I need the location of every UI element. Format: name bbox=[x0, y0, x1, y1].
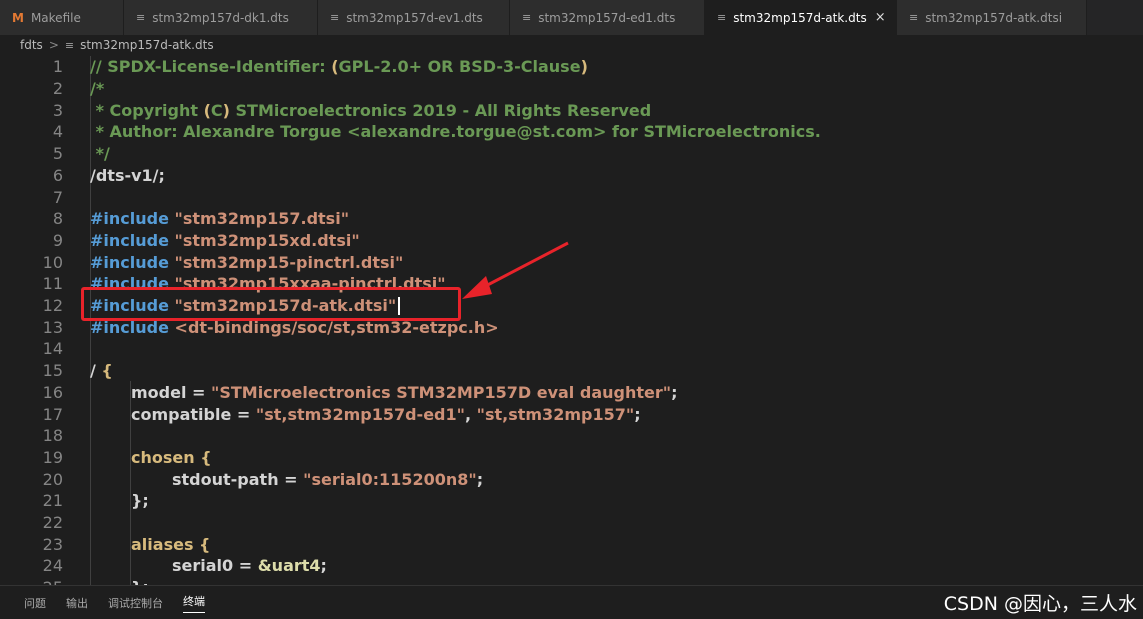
arrow-shaft bbox=[477, 241, 569, 292]
tab-debug-console[interactable]: 调试控制台 bbox=[108, 595, 163, 611]
tab-terminal[interactable]: 终端 bbox=[183, 593, 205, 613]
arrow-head bbox=[462, 276, 492, 299]
tab-output[interactable]: 输出 bbox=[66, 595, 88, 611]
annotation-arrow bbox=[462, 241, 569, 299]
watermark: CSDN @因心，三人水 bbox=[943, 593, 1137, 615]
tab-problems[interactable]: 问题 bbox=[24, 595, 46, 611]
